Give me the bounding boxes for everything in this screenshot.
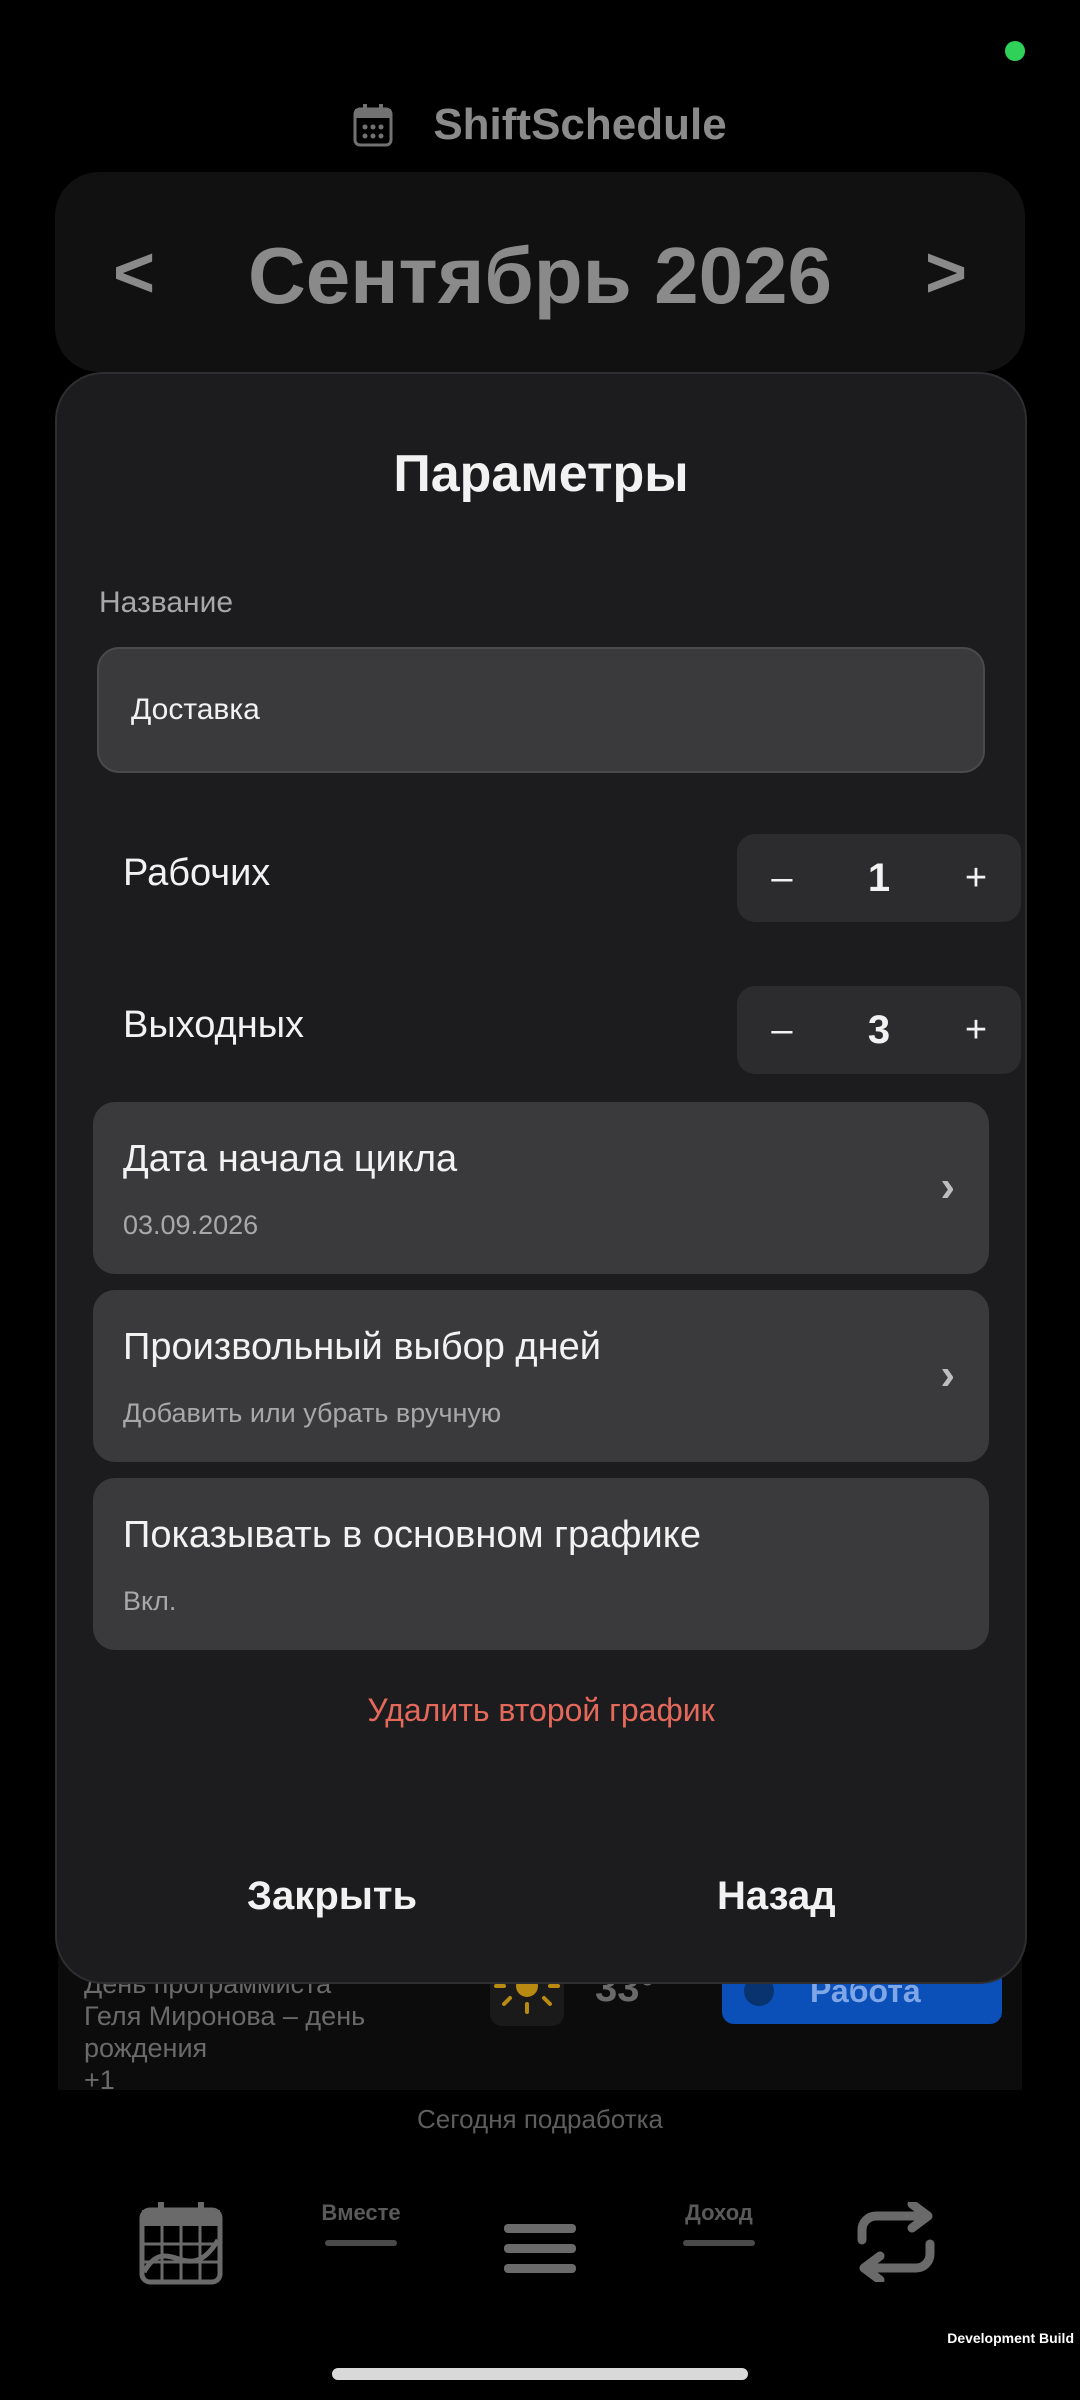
more-events-count: +1 [84, 2065, 115, 2095]
off-days-label: Выходных [123, 1004, 305, 1046]
off-days-value: 3 [867, 1007, 891, 1052]
work-days-label: Рабочих [123, 852, 271, 894]
calendar-icon [353, 104, 393, 147]
nav-calendar-icon[interactable] [138, 2200, 224, 2286]
name-input[interactable] [97, 647, 985, 773]
nav-together-tab[interactable]: Вместе [318, 2200, 404, 2246]
nav-together-label: Вместе [321, 2200, 401, 2225]
today-note: Сегодня подработка [416, 2104, 664, 2134]
cycle-start-date-option[interactable]: Дата начала цикла 03.09.2026 › [93, 1102, 989, 1274]
app-title: ShiftSchedule [433, 100, 727, 149]
current-month-label: Сентябрь 2026 [247, 231, 833, 320]
month-navigator: < Сентябрь 2026 > [55, 172, 1025, 372]
nav-income-tab[interactable]: Доход [676, 2200, 762, 2246]
delete-second-schedule-button[interactable]: Удалить второй график [57, 1692, 1025, 1729]
option-subtitle: 03.09.2026 [123, 1210, 259, 1240]
off-days-row: Выходных – 3 + [123, 986, 1021, 1074]
show-in-main-schedule-option[interactable]: Показывать в основном графике Вкл. [93, 1478, 989, 1650]
close-button[interactable]: Закрыть [247, 1874, 417, 1919]
work-days-value: 1 [867, 855, 891, 900]
work-days-stepper: – 1 + [737, 834, 1021, 922]
menu-icon[interactable] [504, 2222, 576, 2276]
work-days-row: Рабочих – 1 + [123, 834, 1021, 922]
option-title: Показывать в основном графике [123, 1514, 701, 1556]
event-line: рождения [84, 2033, 208, 2063]
nav-income-label: Доход [685, 2200, 753, 2225]
back-button[interactable]: Назад [717, 1874, 836, 1919]
chevron-right-icon: › [940, 1350, 955, 1399]
off-days-stepper: – 3 + [737, 986, 1021, 1074]
work-days-decrement-button[interactable]: – [737, 834, 827, 922]
parameters-dialog: Параметры Название Рабочих – 1 + Выходны… [55, 372, 1027, 1984]
screen: ShiftSchedule < Сентябрь 2026 > День про… [0, 0, 1080, 2400]
off-days-decrement-button[interactable]: – [737, 986, 827, 1074]
option-subtitle: Добавить или убрать вручную [123, 1398, 502, 1428]
swap-icon[interactable] [848, 2202, 944, 2282]
status-indicator-dot [1005, 41, 1025, 61]
nav-indicator [683, 2240, 755, 2246]
day-events: День программиста Геля Миронова – день р… [84, 1968, 414, 2096]
off-days-increment-button[interactable]: + [931, 986, 1021, 1074]
development-build-label: Development Build [947, 2330, 1074, 2346]
option-title: Дата начала цикла [123, 1138, 458, 1180]
app-header: ShiftSchedule [0, 95, 1080, 155]
option-title: Произвольный выбор дней [123, 1326, 601, 1368]
option-subtitle: Вкл. [123, 1586, 177, 1616]
next-month-button[interactable]: > [925, 232, 967, 314]
work-days-increment-button[interactable]: + [931, 834, 1021, 922]
home-indicator[interactable] [332, 2368, 748, 2380]
dialog-title: Параметры [393, 445, 689, 503]
nav-indicator [325, 2240, 397, 2246]
name-field-label: Название [99, 586, 234, 619]
event-line: Геля Миронова – день [84, 2001, 366, 2031]
chevron-right-icon: › [940, 1162, 955, 1211]
custom-days-option[interactable]: Произвольный выбор дней Добавить или убр… [93, 1290, 989, 1462]
